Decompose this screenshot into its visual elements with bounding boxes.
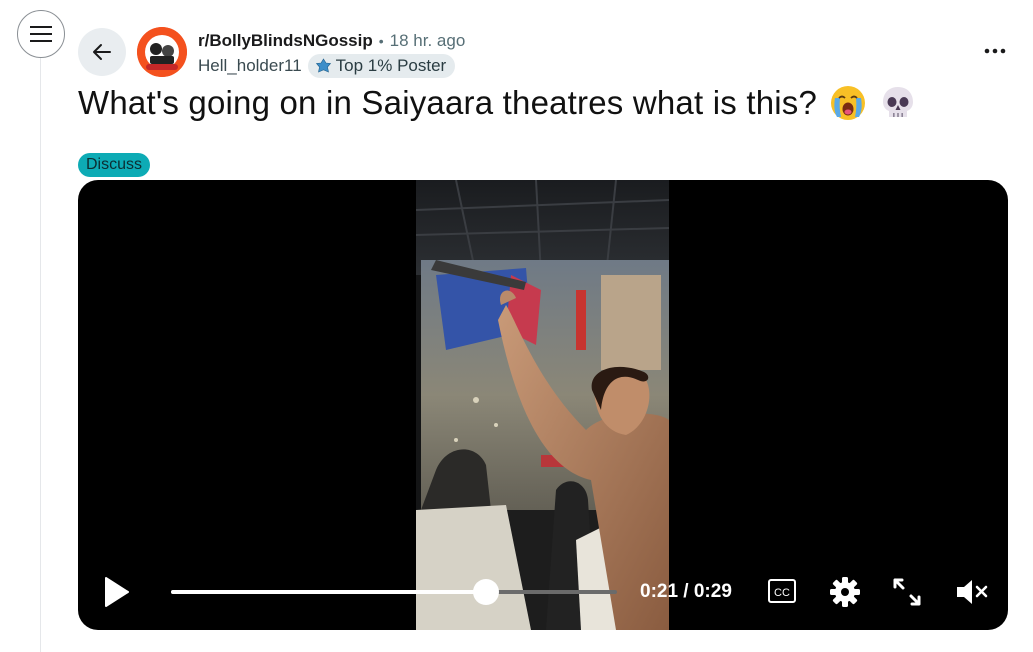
post-meta-line: r/BollyBlindsNGossip • 18 hr. ago (198, 30, 465, 52)
progress-scrubber[interactable] (473, 579, 500, 605)
post-flair-discuss[interactable]: Discuss (78, 153, 151, 177)
hamburger-icon (30, 26, 52, 42)
author-name[interactable]: Hell_holder11 (198, 56, 302, 76)
author-flair-badge: Top 1% Poster (307, 54, 456, 78)
play-icon[interactable] (100, 574, 134, 610)
left-rail-divider (40, 58, 41, 652)
progress-fill (171, 590, 487, 594)
crying-face-icon (831, 86, 866, 120)
video-frame (416, 180, 669, 630)
post-title-row: What's going on in Saiyaara theatres wha… (78, 84, 917, 122)
video-player[interactable]: 0:21 / 0:29 CC (78, 180, 1008, 630)
meta-separator: • (378, 33, 384, 49)
skull-icon (883, 87, 914, 117)
subreddit-name[interactable]: r/BollyBlindsNGossip (198, 31, 373, 51)
more-options-button[interactable] (978, 36, 1012, 66)
speaker-muted-icon[interactable] (954, 575, 990, 609)
arrow-left-icon (93, 44, 111, 60)
closed-captions-button[interactable]: CC (767, 576, 797, 606)
subreddit-avatar[interactable] (137, 27, 187, 77)
author-flair-label: Top 1% Poster (335, 56, 447, 75)
menu-button[interactable] (17, 10, 65, 58)
cc-label: CC (774, 587, 790, 599)
video-controls: 0:21 / 0:29 CC (78, 568, 1008, 616)
subreddit-logo-icon (137, 27, 187, 77)
back-button[interactable] (78, 28, 126, 76)
post-title: What's going on in Saiyaara theatres wha… (78, 84, 818, 121)
gear-icon[interactable] (828, 575, 862, 609)
author-line: Hell_holder11 Top 1% Poster (198, 54, 456, 78)
post-timestamp: 18 hr. ago (389, 31, 466, 50)
ellipsis-icon (984, 48, 1006, 54)
time-readout: 0:21 / 0:29 (640, 581, 732, 602)
expand-icon[interactable] (891, 576, 923, 608)
progress-track[interactable] (171, 579, 617, 605)
achievement-icon (315, 57, 331, 73)
